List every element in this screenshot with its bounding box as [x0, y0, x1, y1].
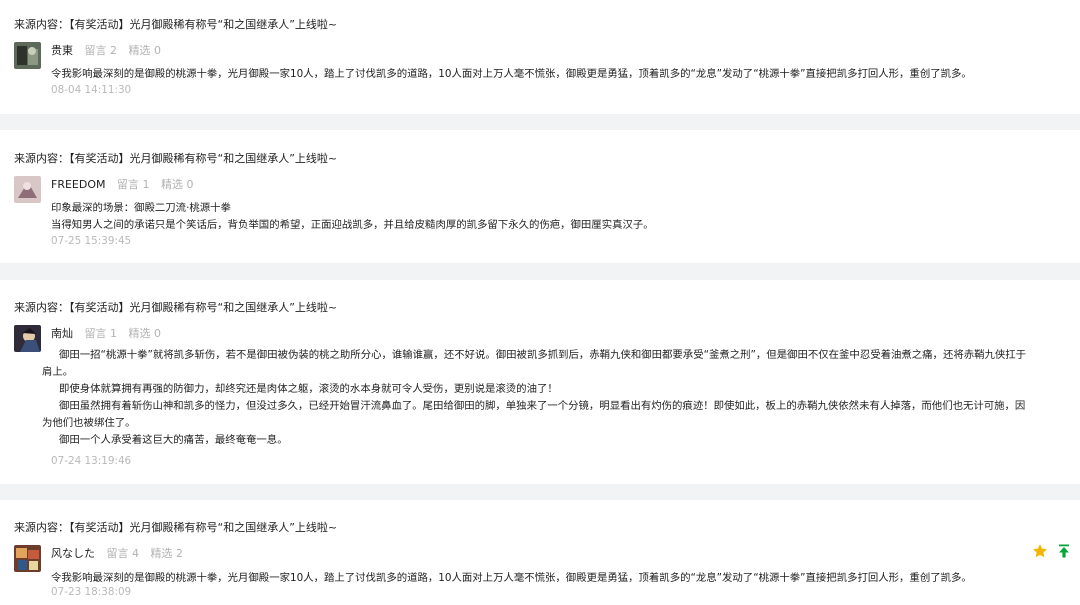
comment-time: 08-04 14:11:30	[51, 84, 132, 96]
source-line: 来源内容：【有奖活动】光月御殿稀有称号“和之国继承人”上线啦~	[14, 521, 338, 534]
source-title-link[interactable]: 【有奖活动】光月御殿稀有称号“和之国继承人”上线啦~	[69, 18, 337, 31]
reply-count[interactable]: 留言 4	[107, 547, 140, 560]
reply-count[interactable]: 留言 1	[117, 178, 150, 191]
source-line: 来源内容：【有奖活动】光月御殿稀有称号“和之国继承人”上线啦~	[14, 18, 338, 31]
source-title-link[interactable]: 【有奖活动】光月御殿稀有称号“和之国继承人”上线啦~	[69, 301, 337, 314]
pin-top-icon[interactable]	[1056, 543, 1072, 559]
comment-text: 令我影响最深刻的是御殿的桃源十拳，光月御殿一家10人，踏上了讨伐凯多的道路，10…	[51, 572, 972, 584]
source-line: 来源内容：【有奖活动】光月御殿稀有称号“和之国继承人”上线啦~	[14, 152, 338, 165]
comment-card: 来源内容：【有奖活动】光月御殿稀有称号“和之国继承人”上线啦~ 贵東 留言 2 …	[0, 0, 1080, 114]
comment-meta: 南灿 留言 1 精选 0	[51, 325, 161, 341]
reply-count[interactable]: 留言 1	[85, 327, 118, 340]
comment-paragraph: 御田一个人承受着这巨大的痛苦，最终奄奄一息。	[59, 434, 288, 446]
comment-card: 来源内容：【有奖活动】光月御殿稀有称号“和之国继承人”上线啦~ 南灿 留言 1 …	[0, 280, 1080, 484]
comment-meta: FREEDOM 留言 1 精选 0	[51, 176, 194, 192]
avatar[interactable]	[14, 545, 41, 572]
comment-time: 07-23 18:38:09	[51, 586, 132, 598]
comment-time: 07-25 15:39:45	[51, 235, 132, 247]
comment-paragraph: 御田一招“桃源十拳”就将凯多斩伤，若不是御田被伪装的桃之助所分心，谁输谁赢，还不…	[42, 349, 1027, 378]
comment-text: 当得知男人之间的承诺只是个笑话后，背负举国的希望，正面迎战凯多，并且给皮糙肉厚的…	[51, 219, 654, 231]
comment-card: 来源内容：【有奖活动】光月御殿稀有称号“和之国继承人”上线啦~ 风なした 留言 …	[0, 500, 1080, 605]
comment-paragraph: 御田虽然拥有着斩伤山神和凯多的怪力，但没过多久，已经开始冒汗流鼻血了。尾田给御田…	[42, 400, 1026, 429]
avatar[interactable]	[14, 325, 41, 352]
avatar[interactable]	[14, 176, 41, 203]
pick-count[interactable]: 精选 2	[151, 547, 184, 560]
pick-count[interactable]: 精选 0	[129, 327, 162, 340]
source-title-link[interactable]: 【有奖活动】光月御殿稀有称号“和之国继承人”上线啦~	[69, 152, 337, 165]
comment-text: 印象最深的场景：御殿二刀流·桃源十拳	[51, 202, 231, 214]
avatar[interactable]	[14, 42, 41, 69]
comment-meta: 贵東 留言 2 精选 0	[51, 42, 161, 58]
comment-paragraph: 即使身体就算拥有再强的防御力，却终究还是肉体之躯，滚烫的水本身就可令人受伤，更别…	[59, 383, 558, 395]
pick-count[interactable]: 精选 0	[161, 178, 194, 191]
user-name[interactable]: 风なした	[51, 547, 95, 560]
source-line: 来源内容：【有奖活动】光月御殿稀有称号“和之国继承人”上线啦~	[14, 301, 338, 314]
reply-count[interactable]: 留言 2	[85, 44, 118, 57]
user-name[interactable]: 贵東	[51, 44, 73, 57]
star-shape	[1033, 544, 1047, 558]
comment-body: 御田一招“桃源十拳”就将凯多斩伤，若不是御田被伪装的桃之助所分心，谁输谁赢，还不…	[42, 347, 1027, 449]
comment-text: 令我影响最深刻的是御殿的桃源十拳，光月御殿一家10人，踏上了讨伐凯多的道路，10…	[51, 68, 972, 80]
comment-time: 07-24 13:19:46	[51, 455, 132, 467]
user-name[interactable]: FREEDOM	[51, 178, 106, 191]
comment-card: 来源内容：【有奖活动】光月御殿稀有称号“和之国继承人”上线啦~ FREEDOM …	[0, 130, 1080, 263]
source-title-link[interactable]: 【有奖活动】光月御殿稀有称号“和之国继承人”上线啦~	[69, 521, 337, 534]
user-name[interactable]: 南灿	[51, 327, 73, 340]
star-icon[interactable]	[1032, 543, 1048, 559]
pick-count[interactable]: 精选 0	[129, 44, 162, 57]
comment-meta: 风なした 留言 4 精选 2	[51, 545, 183, 561]
